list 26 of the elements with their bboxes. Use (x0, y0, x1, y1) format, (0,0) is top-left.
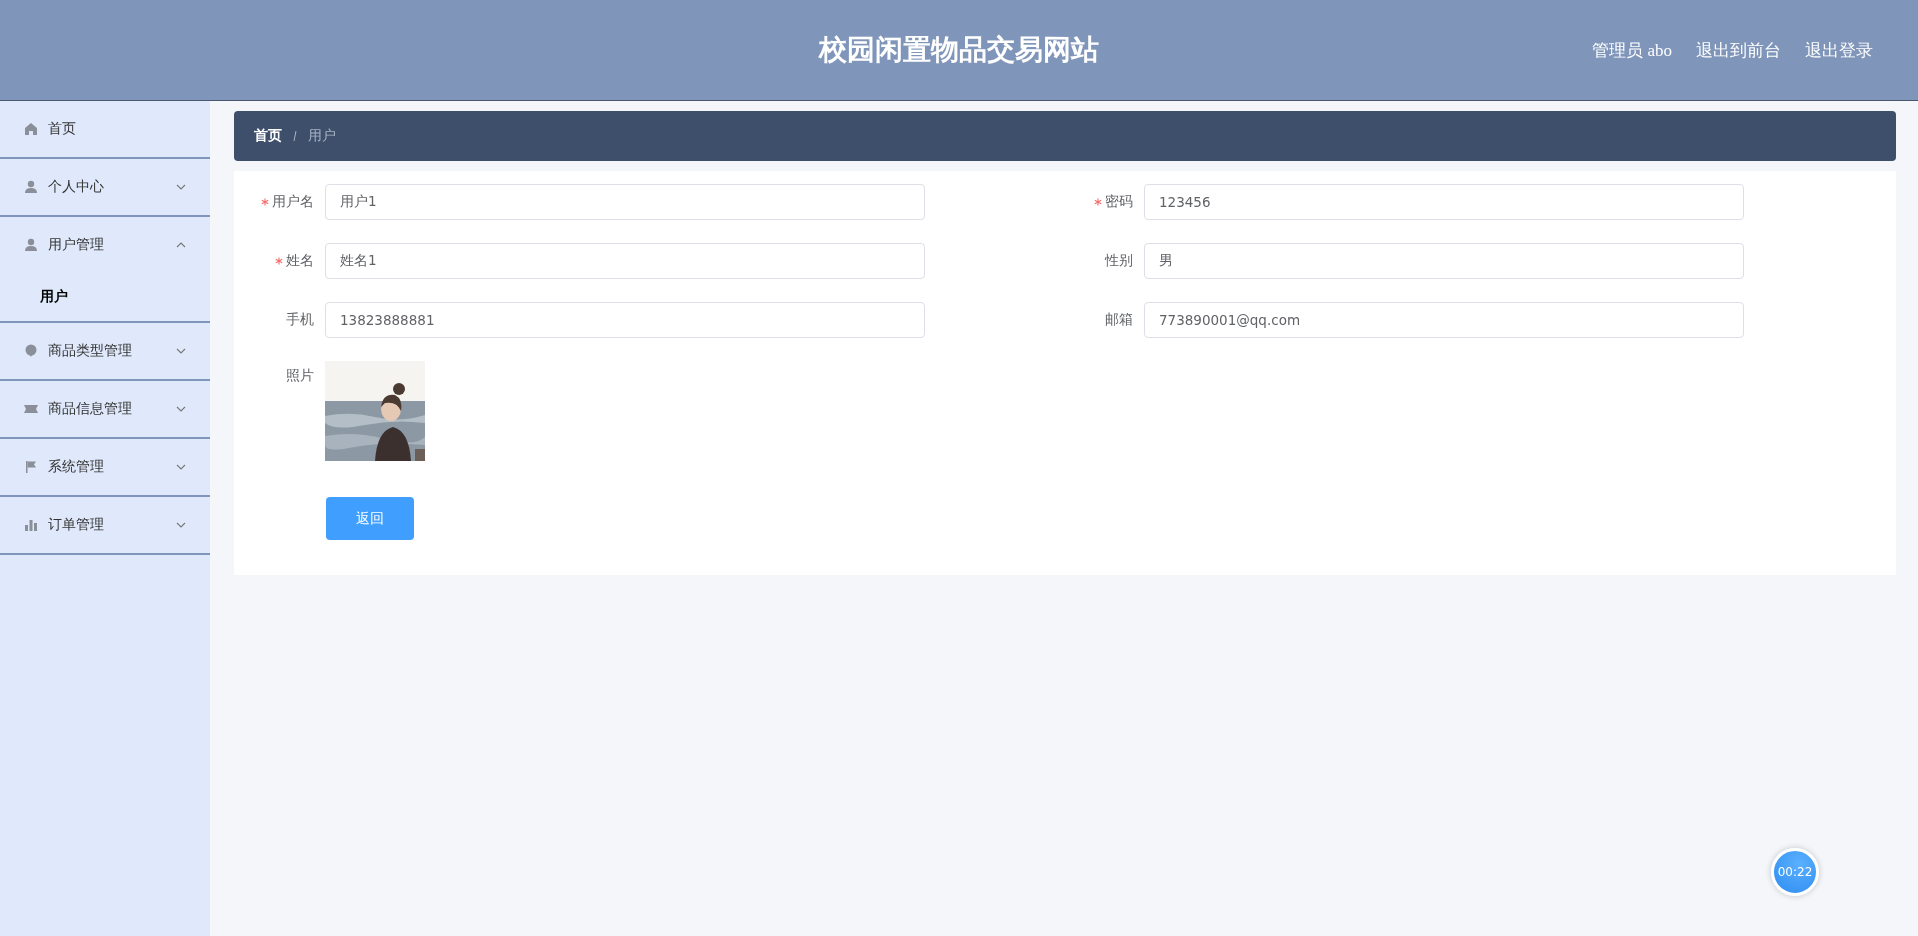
input-field[interactable]: 用户1 (325, 184, 925, 220)
flag-icon (24, 460, 38, 474)
input-field[interactable]: 13823888881 (325, 302, 925, 338)
menu-item[interactable]: 用户管理 (0, 217, 210, 273)
field-label: 照片 (286, 367, 314, 385)
ticket-icon (24, 402, 38, 416)
breadcrumb-item: 用户 (308, 127, 336, 145)
submenu-item[interactable]: 用户 (0, 273, 210, 321)
field-label: 性别 (1105, 252, 1133, 270)
site-title: 校园闲置物品交易网站 (819, 33, 1099, 66)
input-field[interactable]: 男 (1144, 243, 1744, 279)
field-label: 邮箱 (1105, 311, 1133, 329)
separator-icon (291, 130, 299, 142)
breadcrumb-item[interactable]: 首页 (254, 127, 282, 145)
field-label: 手机 (286, 311, 314, 329)
field-label: 姓名 (286, 252, 314, 270)
bar-chart-icon (24, 518, 38, 532)
input-field[interactable]: 773890001@qq.com (1144, 302, 1744, 338)
field-label: 密码 (1105, 193, 1133, 211)
input-field[interactable]: 姓名1 (325, 243, 925, 279)
input-field[interactable]: 123456 (1144, 184, 1744, 220)
home-icon (24, 122, 38, 136)
person-icon (24, 238, 38, 252)
person-icon (24, 180, 38, 194)
balloon-icon (24, 344, 38, 358)
field-label: 用户名 (272, 193, 314, 211)
